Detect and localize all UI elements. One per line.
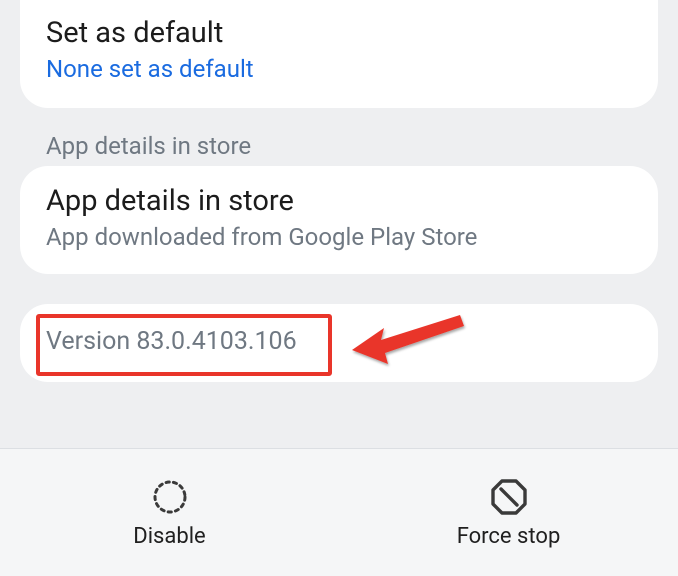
disable-button[interactable]: Disable [0, 449, 339, 576]
set-as-default-title: Set as default [46, 14, 632, 52]
bottom-action-bar: Disable Force stop [0, 448, 678, 576]
force-stop-button[interactable]: Force stop [339, 449, 678, 576]
force-stop-label: Force stop [457, 524, 561, 549]
force-stop-icon [488, 476, 530, 518]
version-text: Version 83.0.4103.106 [46, 326, 632, 358]
app-details-in-store-item[interactable]: App details in store App downloaded from… [20, 166, 658, 274]
version-item: Version 83.0.4103.106 [20, 304, 658, 382]
disable-label: Disable [133, 524, 205, 549]
section-label-app-details: App details in store [20, 108, 658, 166]
set-as-default-item[interactable]: Set as default None set as default [20, 0, 658, 108]
app-details-subtitle: App downloaded from Google Play Store [46, 222, 632, 252]
disable-icon [149, 476, 191, 518]
set-as-default-subtitle: None set as default [46, 54, 632, 84]
app-details-title: App details in store [46, 182, 632, 220]
